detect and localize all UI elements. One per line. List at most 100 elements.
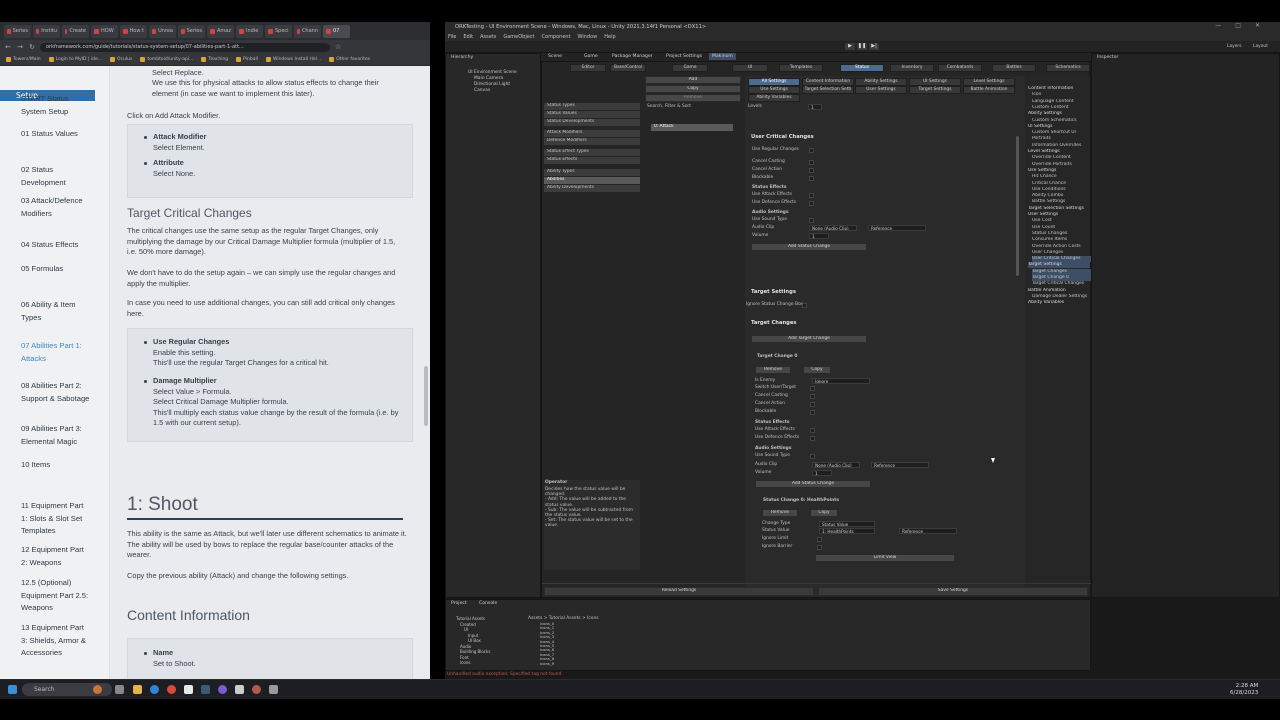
toc-item[interactable]: Damage Dealer Settings	[1032, 294, 1094, 300]
filter-tab[interactable]: Battle Animation	[963, 86, 1015, 94]
toc-item[interactable]: Ability Combo	[1032, 193, 1094, 199]
toc-item[interactable]: Target Changes	[1032, 268, 1094, 275]
menu-item[interactable]: Component	[542, 33, 571, 41]
toc-item[interactable]: Target Settings	[1028, 262, 1090, 269]
bookmark[interactable]: Oculus	[110, 57, 132, 62]
toc-item[interactable]: Ability Variables	[1028, 300, 1090, 306]
editor-section-tab[interactable]: Editor	[570, 64, 606, 72]
taskview-icon[interactable]	[115, 685, 124, 694]
play-icon[interactable]: ▶	[845, 43, 855, 50]
app2-icon[interactable]	[269, 685, 278, 694]
toc-item[interactable]: Ability Settings	[1028, 111, 1090, 117]
toc-item[interactable]: Icon	[1032, 92, 1094, 98]
layers-dropdown[interactable]: Layers	[1227, 44, 1242, 50]
toc-item[interactable]: Target Critical Changes	[1032, 281, 1094, 287]
menu-item[interactable]: Window	[578, 33, 598, 41]
page-scrollbar[interactable]	[424, 366, 428, 426]
toc-item[interactable]: Battle Animation	[1028, 288, 1090, 294]
menu-item[interactable]: GameObject	[503, 33, 534, 41]
hierarchy-tab[interactable]: Hierarchy	[448, 54, 476, 61]
toggle[interactable]	[810, 427, 815, 433]
filter-tab[interactable]: Use Settings	[748, 86, 800, 94]
menu-item[interactable]: File	[448, 33, 456, 41]
target-settings-header[interactable]: Target Settings	[751, 289, 796, 295]
list-item-attack[interactable]: 0: Attack	[651, 124, 733, 131]
menu-item[interactable]: Help	[604, 33, 615, 41]
toc-item[interactable]: Custom Content	[1032, 105, 1094, 111]
toc-item[interactable]: Custom Shortcut UI	[1032, 130, 1094, 136]
edge-icon[interactable]	[150, 685, 159, 694]
remove-button[interactable]: Remove	[645, 94, 741, 102]
editor-section-tab[interactable]: Game	[672, 64, 708, 72]
scene-tab[interactable]: Project Settings	[663, 53, 705, 60]
sidebar-item[interactable]: 05 Formulas	[21, 263, 91, 276]
filter-tab[interactable]: Ability Variables	[748, 94, 800, 102]
toggle[interactable]	[809, 175, 814, 181]
bookmark[interactable]: Pinball	[236, 57, 258, 62]
project-file[interactable]: icons_9	[540, 661, 554, 666]
browser-tab[interactable]: Indie	[236, 24, 263, 38]
toggle[interactable]	[809, 200, 814, 206]
target-changes-header[interactable]: Target Changes	[751, 320, 796, 326]
browser-tab[interactable]: Chann	[294, 24, 321, 38]
inspector-tab[interactable]: Inspector	[1094, 54, 1121, 61]
unity-hub-icon[interactable]	[184, 685, 193, 694]
remove-button[interactable]: Remove	[755, 366, 791, 374]
toc-item[interactable]: Override Content	[1032, 155, 1094, 161]
opera-icon[interactable]	[167, 685, 176, 694]
browser-tab[interactable]: HOW	[91, 24, 118, 38]
browser-tab[interactable]: Series	[178, 24, 205, 38]
toggle[interactable]	[802, 302, 807, 308]
project-tab[interactable]: Project	[448, 600, 470, 607]
sidebar-item[interactable]: START Status System Setup	[21, 93, 91, 118]
sidebar-item[interactable]: 13 Equipment Part 3: Shields, Armor & Ac…	[21, 622, 91, 660]
bookmark[interactable]: Windows Install Hel...	[266, 57, 321, 62]
favorite-star-icon[interactable]: ☆	[334, 43, 342, 51]
search-label[interactable]: Search, Filter & Sort	[647, 104, 691, 110]
copy-button[interactable]: Copy	[810, 509, 838, 517]
sidebar-item[interactable]: 03 Attack/Defence Modifiers	[21, 195, 91, 220]
sidebar-item[interactable]: 11 Equipment Part 1: Slots & Slot Set Te…	[21, 500, 91, 538]
toggle[interactable]	[810, 385, 815, 391]
toc-item[interactable]: Use Conditions	[1032, 187, 1094, 193]
editor-section-tab[interactable]: UI	[732, 64, 768, 72]
category-item[interactable]: Status Developments	[544, 119, 640, 126]
toc-item[interactable]: Override Action Costs	[1032, 244, 1094, 250]
copy-button[interactable]: Copy	[645, 85, 741, 93]
toc-item[interactable]: Critical Chance	[1032, 181, 1094, 187]
filter-tab[interactable]: Target Selection Setti	[802, 86, 854, 94]
category-item[interactable]: Attack Modifiers	[544, 130, 640, 137]
toc-item[interactable]: Use Count	[1032, 225, 1094, 231]
step-icon[interactable]: ▶|	[869, 43, 879, 50]
scene-tab[interactable]: Game	[581, 53, 601, 60]
is-enemy-dropdown[interactable]: Ignore	[812, 378, 870, 384]
scene-tab[interactable]: Package Manager	[609, 53, 656, 60]
toc-item[interactable]: Information Overrides	[1032, 143, 1094, 149]
back-icon[interactable]: ←	[4, 43, 12, 51]
filter-tab[interactable]: All Settings	[748, 78, 800, 86]
file-explorer-icon[interactable]	[133, 685, 142, 694]
status-change-0-header[interactable]: Status Change 0: HealthPoints	[763, 498, 839, 504]
menu-item[interactable]: Edit	[463, 33, 473, 41]
add-status-change-button[interactable]: Add Status Change	[755, 480, 871, 488]
toc-item[interactable]: Override Portraits	[1032, 162, 1094, 168]
toc-item[interactable]: Hit Chance	[1032, 174, 1094, 180]
bookmark[interactable]: tombtoid/unity-api...	[140, 57, 193, 62]
editor-section-tab[interactable]: Status	[840, 64, 884, 72]
window-controls[interactable]: —□✕	[1215, 22, 1274, 29]
toc-item[interactable]: Use Cost	[1032, 218, 1094, 224]
filter-tab[interactable]: Ability Settings	[855, 78, 907, 86]
browser-tab[interactable]: Create	[62, 24, 89, 38]
filter-tab[interactable]: Target Settings	[909, 86, 961, 94]
toggle[interactable]	[810, 409, 815, 415]
toggle[interactable]	[817, 544, 822, 550]
toc-item[interactable]: User Changes	[1032, 250, 1094, 256]
sidebar-item[interactable]: 01 Status Values	[21, 128, 91, 141]
bookmark[interactable]: Towers/Main	[6, 57, 41, 62]
toc-item[interactable]: Content Information	[1028, 86, 1090, 92]
category-item[interactable]: Ability Types	[544, 169, 640, 176]
browser-tab[interactable]: Institu	[33, 24, 60, 38]
volume-field[interactable]: 1	[809, 233, 829, 239]
url-field[interactable]: orkframework.com/guide/tutorials/status-…	[40, 42, 330, 52]
scene-tab[interactable]: Scene	[545, 53, 565, 60]
